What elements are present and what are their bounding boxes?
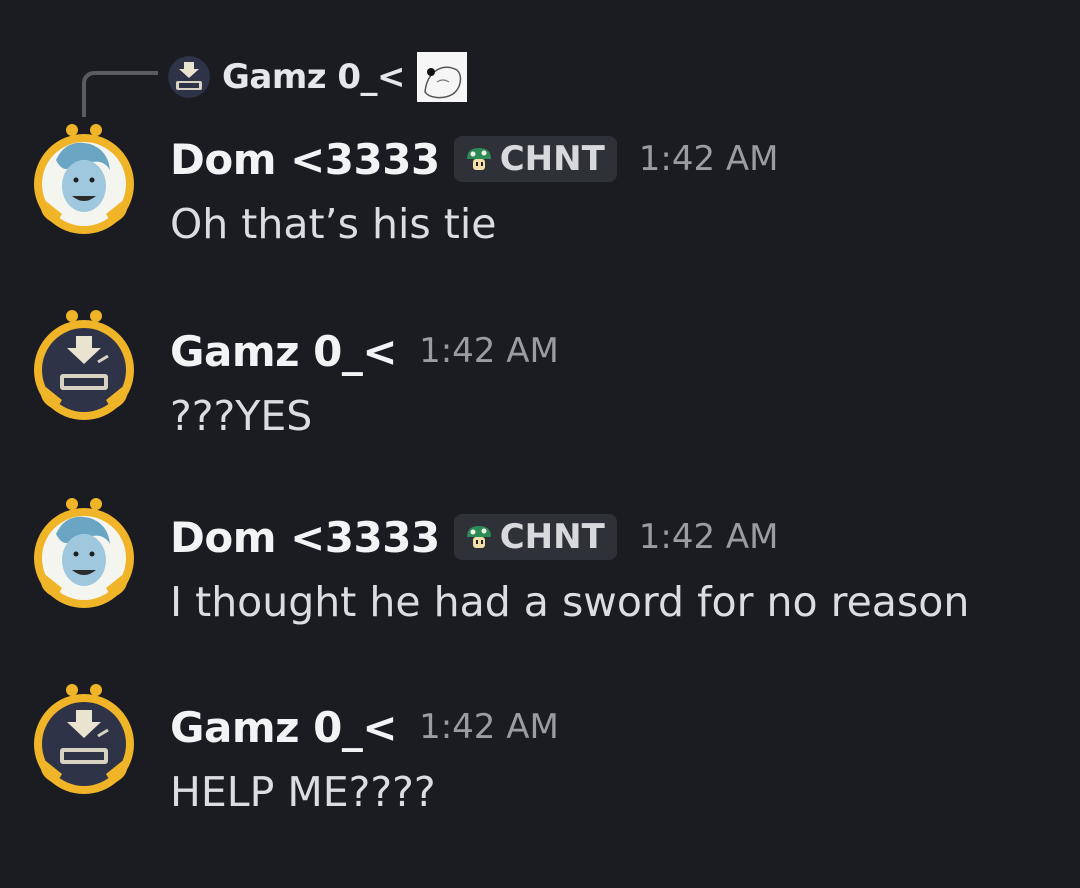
message-content: Oh that’s his tie bbox=[170, 200, 497, 248]
message-item: Dom <3333 CHNT 1:42 AM Oh that’s his tie bbox=[0, 112, 1080, 252]
message-timestamp[interactable]: 1:42 AM bbox=[419, 331, 559, 371]
author-name[interactable]: Gamz 0_< bbox=[170, 703, 398, 752]
gamz-avatar-icon[interactable] bbox=[28, 302, 140, 430]
tag-label: CHNT bbox=[499, 139, 605, 179]
message-content: I thought he had a sword for no reason bbox=[170, 578, 970, 626]
image-thumbnail-icon[interactable] bbox=[417, 52, 468, 102]
message-item: Gamz 0_< 1:42 AM ???YES bbox=[0, 300, 1080, 440]
server-tag-badge[interactable]: CHNT bbox=[453, 514, 617, 560]
author-name[interactable]: Dom <3333 bbox=[170, 513, 440, 562]
reply-reference[interactable]: Gamz 0_< bbox=[168, 52, 468, 102]
tag-label: CHNT bbox=[499, 517, 605, 557]
mushroom-icon bbox=[466, 526, 491, 548]
server-tag-badge[interactable]: CHNT bbox=[453, 136, 617, 182]
author-name[interactable]: Gamz 0_< bbox=[170, 327, 398, 376]
dom-avatar-icon[interactable] bbox=[28, 116, 140, 244]
message-timestamp[interactable]: 1:42 AM bbox=[639, 139, 779, 179]
dom-avatar-icon[interactable] bbox=[28, 490, 140, 618]
message-content: ???YES bbox=[170, 392, 313, 440]
gamz-avatar-icon[interactable] bbox=[28, 676, 140, 804]
reply-author-name[interactable]: Gamz 0_< bbox=[222, 57, 406, 97]
author-name[interactable]: Dom <3333 bbox=[170, 135, 440, 184]
reply-connector-line bbox=[82, 71, 158, 117]
message-item: Dom <3333 CHNT 1:42 AM I thought he had … bbox=[0, 488, 1080, 628]
gamz-avatar-icon bbox=[168, 56, 210, 98]
message-item: Gamz 0_< 1:42 AM HELP ME???? bbox=[0, 676, 1080, 816]
message-content: HELP ME???? bbox=[170, 768, 436, 816]
message-timestamp[interactable]: 1:42 AM bbox=[419, 707, 559, 747]
mushroom-icon bbox=[466, 148, 491, 170]
message-timestamp[interactable]: 1:42 AM bbox=[639, 517, 779, 557]
reply-avatar[interactable] bbox=[168, 56, 210, 98]
